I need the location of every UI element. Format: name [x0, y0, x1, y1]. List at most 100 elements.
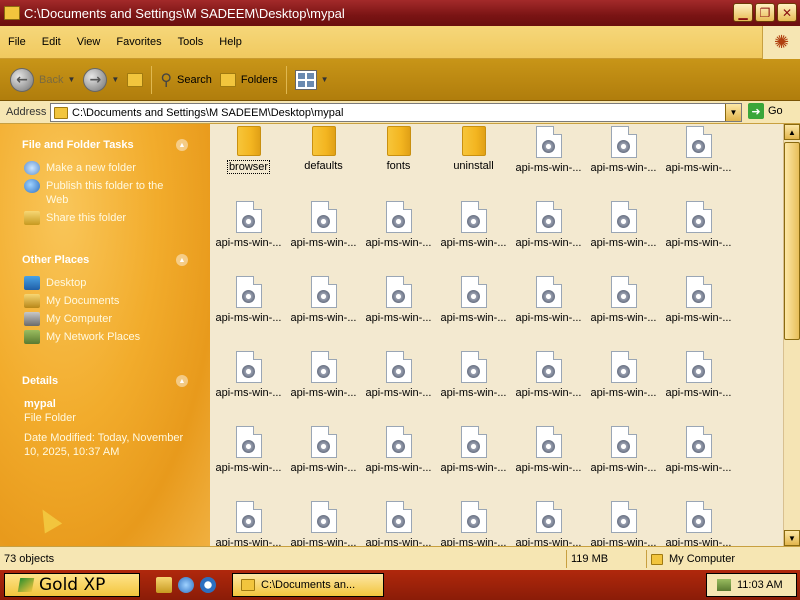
file-item[interactable]: api-ms-win-... — [361, 499, 436, 546]
item-label: defaults — [304, 160, 343, 172]
file-item[interactable]: api-ms-win-... — [586, 424, 661, 494]
dll-file-icon — [310, 501, 337, 533]
views-button[interactable]: ▼ — [291, 65, 333, 95]
file-item[interactable]: api-ms-win-... — [586, 499, 661, 546]
clock[interactable]: 11:03 AM — [737, 579, 783, 591]
file-item[interactable]: api-ms-win-... — [661, 199, 736, 269]
file-item[interactable]: api-ms-win-... — [436, 424, 511, 494]
file-item[interactable]: api-ms-win-... — [211, 349, 286, 419]
file-item[interactable]: api-ms-win-... — [511, 274, 586, 344]
file-item[interactable]: api-ms-win-... — [361, 349, 436, 419]
file-item[interactable]: api-ms-win-... — [436, 349, 511, 419]
task-new-folder[interactable]: Make a new folder — [0, 161, 210, 175]
folder-item[interactable]: fonts — [361, 124, 436, 194]
views-dropdown-icon[interactable]: ▼ — [321, 75, 329, 84]
menu-help[interactable]: Help — [211, 36, 250, 48]
menu-edit[interactable]: Edit — [34, 36, 69, 48]
back-button[interactable]: ← Back ▼ — [6, 65, 79, 95]
folder-item[interactable]: uninstall — [436, 124, 511, 194]
file-item[interactable]: api-ms-win-... — [286, 424, 361, 494]
folder-icon — [241, 579, 255, 591]
file-item[interactable]: api-ms-win-... — [511, 424, 586, 494]
start-button[interactable]: Gold XP — [4, 573, 140, 597]
back-dropdown-icon[interactable]: ▼ — [67, 75, 75, 84]
back-label: Back — [39, 73, 64, 86]
search-button[interactable]: ⚲ Search — [156, 65, 216, 95]
folder-item[interactable]: defaults — [286, 124, 361, 194]
file-item[interactable]: api-ms-win-... — [211, 199, 286, 269]
task-publish-web[interactable]: Publish this folder to the Web — [0, 179, 210, 207]
place-my-network[interactable]: My Network Places — [0, 330, 210, 344]
file-item[interactable]: api-ms-win-... — [211, 499, 286, 546]
tasks-header[interactable]: File and Folder Tasks ▲ — [0, 135, 210, 155]
file-item[interactable]: api-ms-win-... — [211, 424, 286, 494]
title-bar[interactable]: C:\Documents and Settings\M SADEEM\Deskt… — [0, 0, 800, 26]
scroll-thumb[interactable] — [784, 142, 800, 340]
file-view[interactable]: browser defaults fonts uninstall api-ms-win-… — [210, 124, 783, 546]
file-item[interactable]: api-ms-win-... — [361, 424, 436, 494]
media-player-icon[interactable] — [200, 577, 216, 593]
file-item[interactable]: api-ms-win-... — [661, 349, 736, 419]
file-item[interactable]: api-ms-win-... — [286, 349, 361, 419]
collapse-icon[interactable]: ▲ — [176, 139, 188, 151]
file-item[interactable]: api-ms-win-... — [436, 274, 511, 344]
menu-view[interactable]: View — [69, 36, 109, 48]
file-item[interactable]: api-ms-win-... — [361, 199, 436, 269]
menu-file[interactable]: File — [0, 36, 34, 48]
taskbar-window-button[interactable]: C:\Documents an... — [232, 573, 384, 597]
menu-tools[interactable]: Tools — [170, 36, 212, 48]
file-item[interactable]: api-ms-win-... — [586, 124, 661, 194]
file-item[interactable]: api-ms-win-... — [661, 274, 736, 344]
address-dropdown-icon[interactable]: ▼ — [725, 104, 741, 121]
collapse-icon[interactable]: ▲ — [176, 375, 188, 387]
internet-explorer-icon[interactable] — [178, 577, 194, 593]
places-header[interactable]: Other Places ▲ — [0, 250, 210, 270]
window-title: C:\Documents and Settings\M SADEEM\Deskt… — [24, 5, 345, 21]
up-folder-button[interactable] — [123, 65, 147, 95]
file-item[interactable]: api-ms-win-... — [511, 124, 586, 194]
file-item[interactable]: api-ms-win-... — [286, 199, 361, 269]
forward-dropdown-icon[interactable]: ▼ — [111, 75, 119, 84]
go-button[interactable]: ➜ Go — [748, 103, 783, 119]
scroll-up-icon[interactable]: ▲ — [784, 124, 800, 140]
file-item[interactable]: api-ms-win-... — [586, 349, 661, 419]
maximize-button[interactable]: ❐ — [755, 3, 775, 22]
task-share-folder[interactable]: Share this folder — [0, 211, 210, 225]
folders-button[interactable]: Folders — [216, 65, 282, 95]
task-label: Make a new folder — [46, 162, 136, 174]
place-desktop[interactable]: Desktop — [0, 276, 210, 290]
file-item[interactable]: api-ms-win-... — [586, 199, 661, 269]
tray-network-icon[interactable] — [717, 579, 731, 591]
documents-icon — [24, 294, 40, 308]
place-my-documents[interactable]: My Documents — [0, 294, 210, 308]
minimize-button[interactable]: ▁ — [733, 3, 753, 22]
address-field[interactable]: C:\Documents and Settings\M SADEEM\Deskt… — [50, 103, 742, 122]
file-item[interactable]: api-ms-win-... — [211, 274, 286, 344]
file-item[interactable]: api-ms-win-... — [361, 274, 436, 344]
file-item[interactable]: api-ms-win-... — [661, 424, 736, 494]
file-item[interactable]: api-ms-win-... — [661, 499, 736, 546]
file-item[interactable]: api-ms-win-... — [511, 349, 586, 419]
place-my-computer[interactable]: My Computer — [0, 312, 210, 326]
collapse-icon[interactable]: ▲ — [176, 254, 188, 266]
file-item[interactable]: api-ms-win-... — [286, 499, 361, 546]
file-item[interactable]: api-ms-win-... — [436, 199, 511, 269]
file-item[interactable]: api-ms-win-... — [511, 199, 586, 269]
folder-icon — [386, 126, 411, 156]
item-label: api-ms-win-... — [590, 237, 657, 249]
file-item[interactable]: api-ms-win-... — [286, 274, 361, 344]
explorer-icon[interactable] — [156, 577, 172, 593]
close-button[interactable]: ✕ — [777, 3, 797, 22]
vertical-scrollbar[interactable]: ▲ ▼ — [783, 124, 800, 546]
folder-item[interactable]: browser — [211, 124, 286, 194]
menu-favorites[interactable]: Favorites — [108, 36, 169, 48]
details-header[interactable]: Details ▲ — [0, 371, 210, 391]
scroll-down-icon[interactable]: ▼ — [784, 530, 800, 546]
dll-file-icon — [610, 501, 637, 533]
file-item[interactable]: api-ms-win-... — [436, 499, 511, 546]
forward-button[interactable]: → ▼ — [79, 65, 123, 95]
file-item[interactable]: api-ms-win-... — [511, 499, 586, 546]
file-item[interactable]: api-ms-win-... — [661, 124, 736, 194]
file-item[interactable]: api-ms-win-... — [586, 274, 661, 344]
details-name: mypal — [24, 398, 56, 410]
